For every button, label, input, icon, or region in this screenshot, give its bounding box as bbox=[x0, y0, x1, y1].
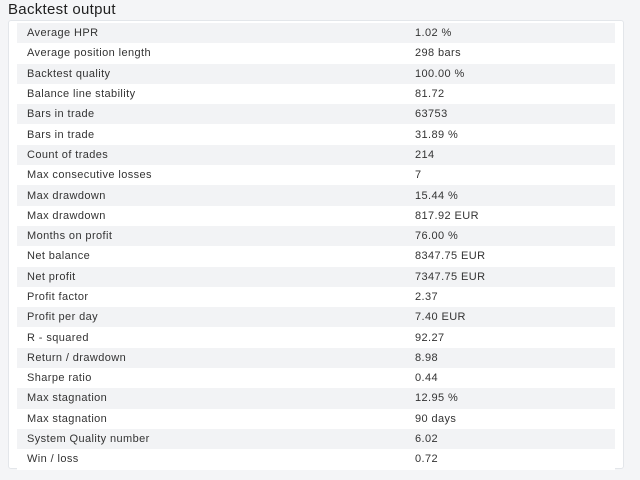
metric-label: Max drawdown bbox=[27, 189, 106, 202]
table-row: Max stagnation 12.95 % bbox=[17, 388, 615, 409]
metric-value: 6.02 bbox=[415, 433, 439, 446]
metric-value: 12.95 % bbox=[415, 392, 459, 405]
metric-label: Net balance bbox=[27, 250, 91, 263]
table-row: Average HPR 1.02 % bbox=[17, 23, 615, 44]
metric-label: Months on profit bbox=[27, 230, 113, 243]
table-row: Average position length 298 bars bbox=[17, 43, 615, 64]
metric-label: Balance line stability bbox=[27, 88, 136, 101]
metric-label: Count of trades bbox=[27, 148, 109, 161]
metric-value: 0.72 bbox=[415, 453, 439, 466]
backtest-output-panel: Average HPR 1.02 % Average position length… bbox=[8, 20, 624, 470]
metric-value: 298 bars bbox=[415, 47, 462, 60]
table-row: Net balance 8347.75 EUR bbox=[17, 246, 615, 267]
metric-label: Max consecutive losses bbox=[27, 169, 152, 182]
metric-value: 63753 bbox=[415, 108, 448, 121]
metric-label: Max stagnation bbox=[27, 392, 108, 405]
metric-value: 7347.75 EUR bbox=[415, 270, 486, 283]
metric-label: Average HPR bbox=[27, 27, 99, 40]
metric-value: 1.02 % bbox=[415, 27, 452, 40]
table-row: Balance line stability 81.72 bbox=[17, 83, 615, 105]
table-row: Bars in trade 31.89 % bbox=[17, 124, 615, 145]
table-row: R - squared 92.27 bbox=[17, 327, 615, 348]
metric-value: 92.27 bbox=[415, 331, 445, 344]
table-row: Max consecutive losses 7 bbox=[17, 165, 615, 186]
table-row: Max drawdown 817.92 EUR bbox=[17, 205, 615, 226]
table-row: System Quality number 6.02 bbox=[17, 428, 615, 450]
table-row: Max stagnation 90 days bbox=[17, 408, 615, 429]
metric-label: Backtest quality bbox=[27, 67, 111, 80]
metric-value: 817.92 EUR bbox=[415, 209, 479, 222]
metric-label: R - squared bbox=[27, 331, 89, 344]
table-row: Profit per day 7.40 EUR bbox=[17, 307, 615, 328]
table-row: Net profit 7347.75 EUR bbox=[17, 266, 615, 287]
metric-value: 100.00 % bbox=[415, 67, 465, 80]
metric-value: 81.72 bbox=[415, 88, 445, 101]
table-row: Sharpe ratio 0.44 bbox=[17, 368, 615, 389]
page: Backtest output Average HPR 1.02 % Average… bbox=[0, 0, 640, 480]
metric-value: 15.44 % bbox=[415, 189, 459, 202]
table-row: Count of trades 214 bbox=[17, 144, 615, 166]
stats-table: Average HPR 1.02 % Average position length… bbox=[17, 23, 615, 470]
table-row: Win / loss 0.72 bbox=[17, 449, 615, 470]
metric-label: Profit per day bbox=[27, 311, 99, 324]
metric-label: System Quality number bbox=[27, 433, 150, 446]
metric-value: 76.00 % bbox=[415, 230, 459, 243]
page-title: Backtest output bbox=[8, 1, 116, 18]
metric-value: 7.40 EUR bbox=[415, 311, 466, 324]
metric-label: Bars in trade bbox=[27, 128, 95, 141]
metric-label: Profit factor bbox=[27, 291, 89, 303]
metric-label: Net profit bbox=[27, 270, 76, 283]
table-row: Months on profit 76.00 % bbox=[17, 225, 615, 247]
stats-table-body: Average HPR 1.02 % Average position length… bbox=[17, 23, 615, 470]
metric-value: 31.89 % bbox=[415, 128, 459, 141]
metric-label: Bars in trade bbox=[27, 108, 95, 121]
metric-value: 7 bbox=[415, 169, 422, 182]
metric-label: Sharpe ratio bbox=[27, 372, 92, 385]
metric-label: Max drawdown bbox=[27, 209, 106, 222]
metric-value: 90 days bbox=[415, 412, 457, 425]
metric-value: 0.44 bbox=[415, 372, 439, 385]
metric-value: 8.98 bbox=[415, 351, 439, 364]
metric-value: 2.37 bbox=[415, 291, 439, 303]
table-row: Backtest quality 100.00 % bbox=[17, 63, 615, 84]
metric-label: Win / loss bbox=[27, 453, 79, 466]
table-row: Return / drawdown 8.98 bbox=[17, 347, 615, 369]
metric-value: 8347.75 EUR bbox=[415, 250, 486, 263]
metric-label: Return / drawdown bbox=[27, 351, 127, 364]
metric-label: Average position length bbox=[27, 47, 151, 60]
metric-value: 214 bbox=[415, 148, 435, 161]
table-row: Max drawdown 15.44 % bbox=[17, 185, 615, 206]
table-row: Profit factor 2.37 bbox=[17, 286, 615, 308]
metric-label: Max stagnation bbox=[27, 412, 108, 425]
table-row: Bars in trade 63753 bbox=[17, 104, 615, 125]
